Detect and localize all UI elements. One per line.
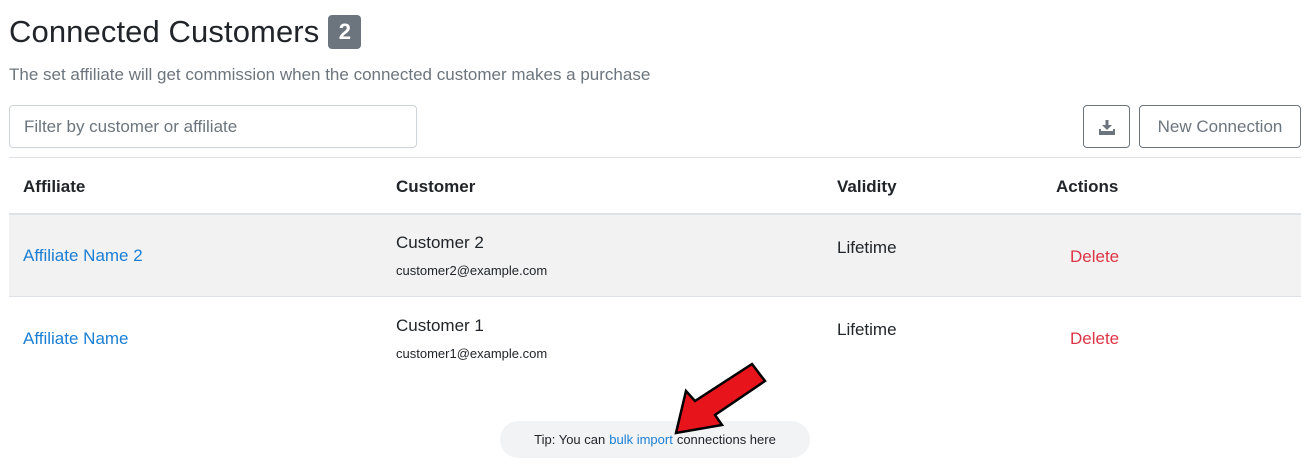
- download-icon: [1098, 119, 1115, 135]
- customer-name: Customer 1: [396, 316, 484, 335]
- new-connection-button[interactable]: New Connection: [1139, 105, 1301, 148]
- customer-email: customer2@example.com: [396, 263, 548, 278]
- annotation-arrow-icon: [674, 362, 767, 435]
- column-header-validity: Validity: [837, 177, 897, 196]
- table-row: Affiliate Name 2 Customer 2 customer2@ex…: [9, 215, 1301, 297]
- affiliate-link[interactable]: Affiliate Name 2: [23, 246, 143, 266]
- page-title: Connected Customers: [9, 14, 320, 49]
- title-row: Connected Customers 2: [9, 14, 362, 50]
- table-row: Affiliate Name Customer 1 customer1@exam…: [9, 297, 1301, 379]
- column-header-customer: Customer: [396, 177, 476, 196]
- column-header-actions: Actions: [1056, 177, 1119, 196]
- tip-prefix: Tip: You can: [534, 432, 606, 447]
- page-subtitle: The set affiliate will get commission wh…: [9, 65, 651, 84]
- filter-input[interactable]: [9, 105, 417, 148]
- download-button[interactable]: [1083, 105, 1130, 148]
- delete-link[interactable]: Delete: [1070, 247, 1119, 267]
- count-badge: 2: [328, 15, 362, 49]
- customer-name: Customer 2: [396, 233, 484, 252]
- delete-link[interactable]: Delete: [1070, 329, 1119, 349]
- customer-email: customer1@example.com: [396, 346, 548, 361]
- validity-value: Lifetime: [837, 238, 897, 257]
- column-header-affiliate: Affiliate: [23, 177, 86, 196]
- table-top-divider: [9, 157, 1301, 158]
- validity-value: Lifetime: [837, 320, 897, 339]
- affiliate-link[interactable]: Affiliate Name: [23, 329, 129, 349]
